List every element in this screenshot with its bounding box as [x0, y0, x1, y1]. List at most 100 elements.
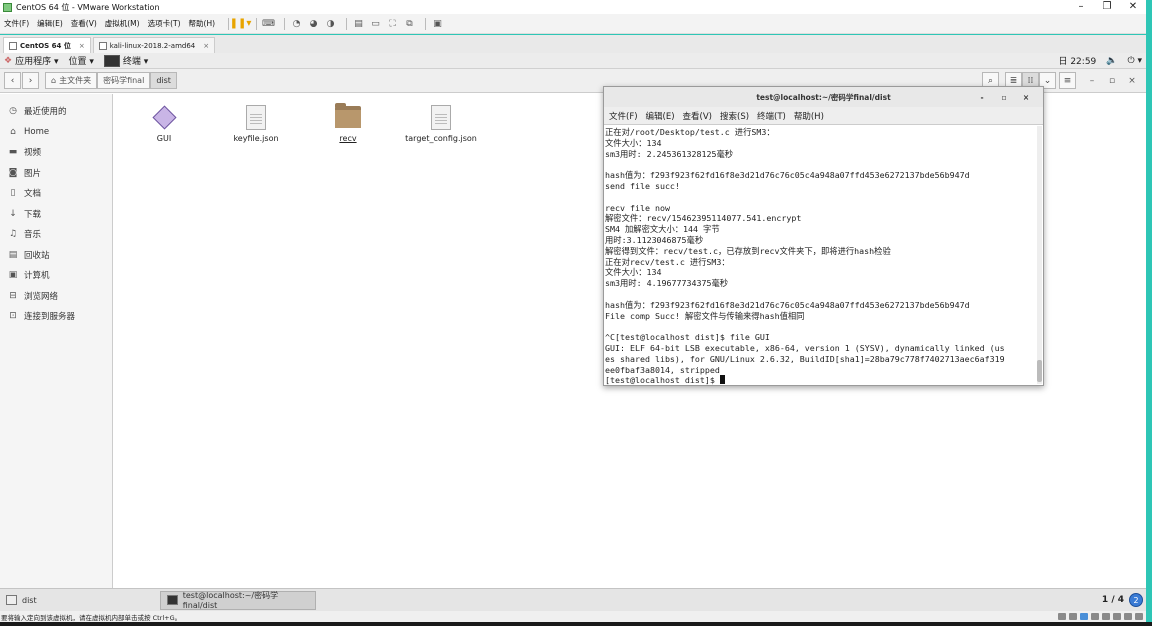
close-tab-icon[interactable]: × — [203, 42, 209, 50]
full-screen-icon[interactable]: ⛶ — [386, 17, 399, 30]
usb-icon[interactable] — [1091, 613, 1099, 620]
terminal-line: 解密文件：recv/15462395114077.541.encrypt — [605, 213, 802, 224]
snapshot-icon[interactable]: ◔ — [290, 17, 303, 30]
message-icon[interactable] — [1135, 613, 1143, 620]
menu-view[interactable]: 查看(V) — [71, 18, 97, 29]
minimize-icon[interactable]: – — [1068, 0, 1094, 14]
send-keys-icon[interactable]: ⌨ — [262, 17, 275, 30]
home-icon: ⌂ — [51, 76, 57, 85]
applications-menu[interactable]: ❖ 应用程序 ▾ — [4, 54, 58, 68]
menu-file[interactable]: 文件(F) — [4, 18, 29, 29]
tab-centos[interactable]: CentOS 64 位 × — [3, 37, 91, 53]
terminal-line: 文件大小：134 — [605, 137, 662, 148]
terminal-menu-help[interactable]: 帮助(H) — [794, 110, 824, 122]
terminal-menu-search[interactable]: 搜索(S) — [720, 110, 749, 122]
clock-icon: ◷ — [9, 106, 17, 117]
terminal-menu-edit[interactable]: 编辑(E) — [646, 110, 675, 122]
library-icon[interactable]: ▤ — [352, 17, 365, 30]
unity-icon[interactable]: ⧉ — [403, 17, 416, 30]
file-manager-icon — [6, 595, 17, 605]
file-target-config[interactable]: target_config.json — [396, 104, 486, 143]
tab-kali[interactable]: kali-linux-2018.2-amd64 × — [92, 37, 216, 53]
executable-icon — [151, 104, 177, 130]
menu-tabs[interactable]: 选项卡(T) — [148, 18, 181, 29]
taskbar-item-dist[interactable]: dist — [0, 591, 112, 610]
console-view-icon[interactable]: ▣ — [431, 17, 444, 30]
maximize-icon[interactable]: ▫ — [1102, 76, 1122, 86]
file-gui[interactable]: GUI — [119, 104, 209, 143]
close-tab-icon[interactable]: × — [79, 42, 85, 50]
minimize-icon[interactable]: – — [1082, 76, 1102, 86]
network-adapter-icon[interactable] — [1080, 613, 1088, 620]
pause-icon[interactable]: ❚❚▾ — [230, 17, 252, 30]
terminal-titlebar[interactable]: test@localhost:~/密码学final/dist - ▫ × — [604, 87, 1043, 107]
sidebar-item-recent[interactable]: ◷ 最近使用的 — [0, 101, 112, 122]
revert-snapshot-icon[interactable]: ◕ — [307, 17, 320, 30]
back-button[interactable]: ‹ — [4, 72, 21, 89]
sidebar-item-videos[interactable]: ▬ 视频 — [0, 142, 112, 163]
file-recv-folder[interactable]: recv — [303, 103, 393, 143]
terminal-lines: 正在对/root/Desktop/test.c 进行SM3： 文件大小：134 sm… — [605, 127, 1034, 375]
terminal-line: GUI: ELF 64-bit LSB executable, x86-64, … — [605, 342, 1005, 353]
thumbnail-bar-icon[interactable]: ▭ — [369, 17, 382, 30]
document-icon — [246, 104, 266, 130]
sidebar-item-trash[interactable]: ▤ 回收站 — [0, 245, 112, 266]
home-icon: ⌂ — [10, 126, 16, 137]
hamburger-menu-icon[interactable]: ≡ — [1059, 72, 1076, 89]
clock[interactable]: 日 22:59 — [1058, 54, 1096, 67]
host-desktop-edge — [1146, 0, 1152, 622]
terminal-output[interactable]: 正在对/root/Desktop/test.c 进行SM3： 文件大小：134 sm… — [604, 125, 1035, 385]
close-icon[interactable]: × — [1122, 76, 1142, 86]
sidebar-item-network[interactable]: ⊟ 浏览网络 — [0, 286, 112, 307]
menu-help[interactable]: 帮助(H) — [189, 18, 216, 29]
terminal-menu-view[interactable]: 查看(V) — [683, 110, 712, 122]
scrollbar-thumb[interactable] — [1037, 360, 1042, 382]
sidebar-item-computer[interactable]: ▣ 计算机 — [0, 265, 112, 286]
host-taskbar-edge — [0, 622, 1152, 626]
gnome-top-bar: ❖ 应用程序 ▾ 位置 ▾ 终端 ▾ 日 22:59 🔈 ⏻ ▾ — [0, 53, 1146, 69]
breadcrumb-dist[interactable]: dist — [150, 72, 177, 89]
sidebar-item-pictures[interactable]: ◙ 图片 — [0, 163, 112, 184]
sidebar-item-downloads[interactable]: ↓ 下载 — [0, 204, 112, 225]
notification-badge[interactable]: 2 — [1129, 593, 1143, 607]
terminal-window[interactable]: test@localhost:~/密码学final/dist - ▫ × 文件(… — [603, 86, 1044, 386]
terminal-line: 正在对recv/test.c 进行SM3： — [605, 256, 730, 267]
power-menu-icon[interactable]: ⏻ ▾ — [1128, 56, 1143, 66]
file-name: GUI — [156, 134, 172, 143]
taskbar-item-terminal[interactable]: test@localhost:~/密码学final/dist — [160, 590, 316, 610]
volume-icon[interactable]: 🔈 — [1106, 56, 1117, 66]
maximize-icon[interactable]: ▫ — [993, 93, 1015, 102]
breadcrumb-home[interactable]: ⌂ 主文件夹 — [45, 72, 98, 89]
workspace-switcher[interactable]: 1 / 4 2 — [1102, 593, 1146, 607]
terminal-line: 文件大小：134 — [605, 267, 662, 278]
cd-drive-icon[interactable] — [1069, 613, 1077, 620]
gnome-foot-icon: ❖ — [4, 55, 13, 66]
terminal-app-menu[interactable]: 终端 ▾ — [103, 54, 148, 67]
minimize-icon[interactable]: - — [971, 93, 993, 102]
vm-tab-strip: CentOS 64 位 × kali-linux-2018.2-amd64 × — [0, 35, 1146, 53]
terminal-menu-terminal[interactable]: 终端(T) — [757, 110, 786, 122]
sound-card-icon[interactable] — [1102, 613, 1110, 620]
sidebar-item-connect-server[interactable]: ⊡ 连接到服务器 — [0, 306, 112, 327]
display-icon[interactable] — [1124, 613, 1132, 620]
breadcrumb-crypto-final[interactable]: 密码学final — [97, 72, 151, 89]
printer-icon[interactable] — [1113, 613, 1121, 620]
terminal-menu-file[interactable]: 文件(F) — [609, 110, 638, 122]
sidebar-item-music[interactable]: ♫ 音乐 — [0, 224, 112, 245]
forward-button[interactable]: › — [22, 72, 39, 89]
close-icon[interactable]: ✕ — [1120, 0, 1146, 14]
hard-disk-icon[interactable] — [1058, 613, 1066, 620]
terminal-prompt-line: [test@localhost dist]$ — [605, 375, 1034, 385]
close-icon[interactable]: × — [1015, 93, 1037, 102]
terminal-scrollbar[interactable] — [1037, 126, 1042, 384]
sidebar-item-documents[interactable]: ▯ 文档 — [0, 183, 112, 204]
snapshot-manager-icon[interactable]: ◑ — [324, 17, 337, 30]
places-menu[interactable]: 位置 ▾ — [68, 54, 93, 67]
computer-icon: ▣ — [8, 270, 18, 281]
sidebar-item-home[interactable]: ⌂ Home — [0, 122, 112, 143]
file-keyfile[interactable]: keyfile.json — [211, 104, 301, 143]
restore-icon[interactable]: ❐ — [1094, 0, 1120, 14]
menu-edit[interactable]: 编辑(E) — [37, 18, 63, 29]
menu-vm[interactable]: 虚拟机(M) — [105, 18, 140, 29]
terminal-line: 用时:3.1123046875毫秒 — [605, 234, 704, 245]
